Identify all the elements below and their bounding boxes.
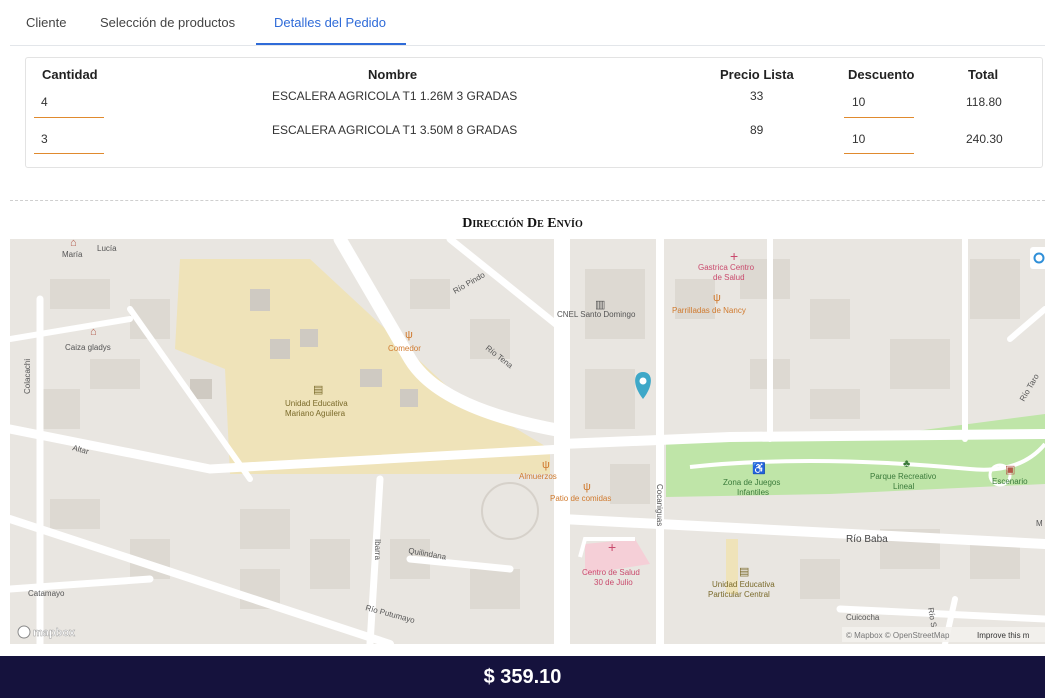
map-label: Gastrica Centro [698, 263, 755, 272]
discount-input[interactable]: 10 [852, 132, 865, 146]
quantity-input-underline [34, 117, 104, 118]
row-total: 118.80 [966, 95, 1002, 109]
map-label: Cocaniguas [655, 484, 664, 526]
quantity-input-underline [34, 153, 104, 154]
list-price: 33 [750, 89, 764, 103]
divider [10, 200, 1045, 201]
shop-icon: ⌂ [70, 239, 77, 249]
discount-input[interactable]: 10 [852, 95, 865, 109]
map-label: Río Baba [846, 534, 888, 545]
map-label: Lineal [893, 482, 915, 491]
map-label: CNEL Santo Domingo [557, 310, 636, 319]
map-label: Parque Recreativo [870, 472, 937, 481]
row-total: 240.30 [966, 132, 1003, 146]
map-label: Patio de comidas [550, 494, 611, 503]
tab-detalles-pedido[interactable]: Detalles del Pedido [274, 15, 386, 30]
map-label: Unidad Educativa [285, 399, 348, 408]
map-canvas[interactable]: + ▥ ψ ψ ⌂ ▤ ψ ψ ♿ ♣ ▣ + ▤ ⌂ María Lucía … [10, 239, 1045, 644]
quantity-input[interactable]: 4 [41, 95, 48, 109]
order-table: Cantidad Nombre Precio Lista Descuento T… [25, 57, 1043, 168]
tab-cliente[interactable]: Cliente [26, 15, 66, 30]
map-label: Zona de Juegos [723, 478, 780, 487]
map-label: Colacachi [23, 359, 32, 394]
shipping-title: Dirección De Envío [462, 216, 583, 231]
restaurant-icon: ψ [713, 292, 721, 304]
restaurant-icon: ψ [405, 329, 413, 341]
order-total-bar: $ 359.10 [0, 656, 1045, 698]
health-icon: + [608, 539, 616, 555]
map-attribution[interactable]: © Mapbox © OpenStreetMap [846, 631, 950, 640]
improve-map-link[interactable]: Improve this m [977, 631, 1030, 640]
shop-icon: ⌂ [90, 326, 97, 338]
map-label: Infantiles [737, 488, 769, 497]
map-label: Ibarra [373, 539, 382, 560]
map-label: Almuerzos [519, 472, 557, 481]
map-label: de Salud [713, 273, 745, 282]
map-label: María [62, 250, 83, 259]
product-name: ESCALERA AGRICOLA T1 1.26M 3 GRADAS [272, 89, 518, 103]
map-label: Cuicocha [846, 613, 880, 622]
playground-icon: ♿ [752, 462, 766, 475]
school-icon: ▤ [739, 566, 749, 578]
order-total: $ 359.10 [483, 666, 562, 688]
map-label: Centro de Salud [582, 568, 640, 577]
header-descuento: Descuento [848, 67, 915, 82]
tab-seleccion-productos[interactable]: Selección de productos [100, 15, 235, 30]
mapbox-logo: mapbox [33, 627, 76, 639]
tab-bar: Cliente Selección de productos Detalles … [10, 0, 1045, 46]
list-price: 89 [750, 123, 764, 137]
park-icon: ♣ [903, 458, 910, 470]
quantity-input[interactable]: 3 [41, 132, 48, 146]
map-label: Mariano Aguilera [285, 409, 346, 418]
school-icon: ▤ [313, 384, 323, 396]
map-label: Escenario [992, 477, 1028, 486]
health-icon: + [730, 248, 738, 264]
active-tab-indicator [256, 43, 406, 45]
map-label: Comedor [388, 344, 421, 353]
map-label: Catamayo [28, 589, 65, 598]
map-label: 30 de Julio [594, 578, 633, 587]
map-label: Unidad Educativa [712, 580, 775, 589]
header-precio-lista: Precio Lista [720, 67, 794, 82]
mapbox-logo-icon [17, 625, 31, 639]
map-label: M [1036, 519, 1043, 528]
discount-input-underline [844, 117, 914, 118]
map-label: Particular Central [708, 590, 770, 599]
restaurant-icon: ψ [542, 459, 550, 471]
product-name: ESCALERA AGRICOLA T1 3.50M 8 GRADAS [272, 123, 518, 137]
discount-input-underline [844, 153, 914, 154]
header-nombre: Nombre [368, 67, 418, 82]
shipping-map[interactable]: + ▥ ψ ψ ⌂ ▤ ψ ψ ♿ ♣ ▣ + ▤ ⌂ María Lucía … [10, 239, 1045, 644]
map-label: Caiza gladys [65, 343, 111, 352]
header-total: Total [968, 67, 999, 82]
theater-icon: ▣ [1005, 464, 1015, 476]
map-label: Lucía [97, 244, 117, 253]
map-label: Parrilladas de Nancy [672, 306, 746, 315]
header-cantidad: Cantidad [42, 67, 98, 82]
restaurant-icon: ψ [583, 481, 591, 493]
